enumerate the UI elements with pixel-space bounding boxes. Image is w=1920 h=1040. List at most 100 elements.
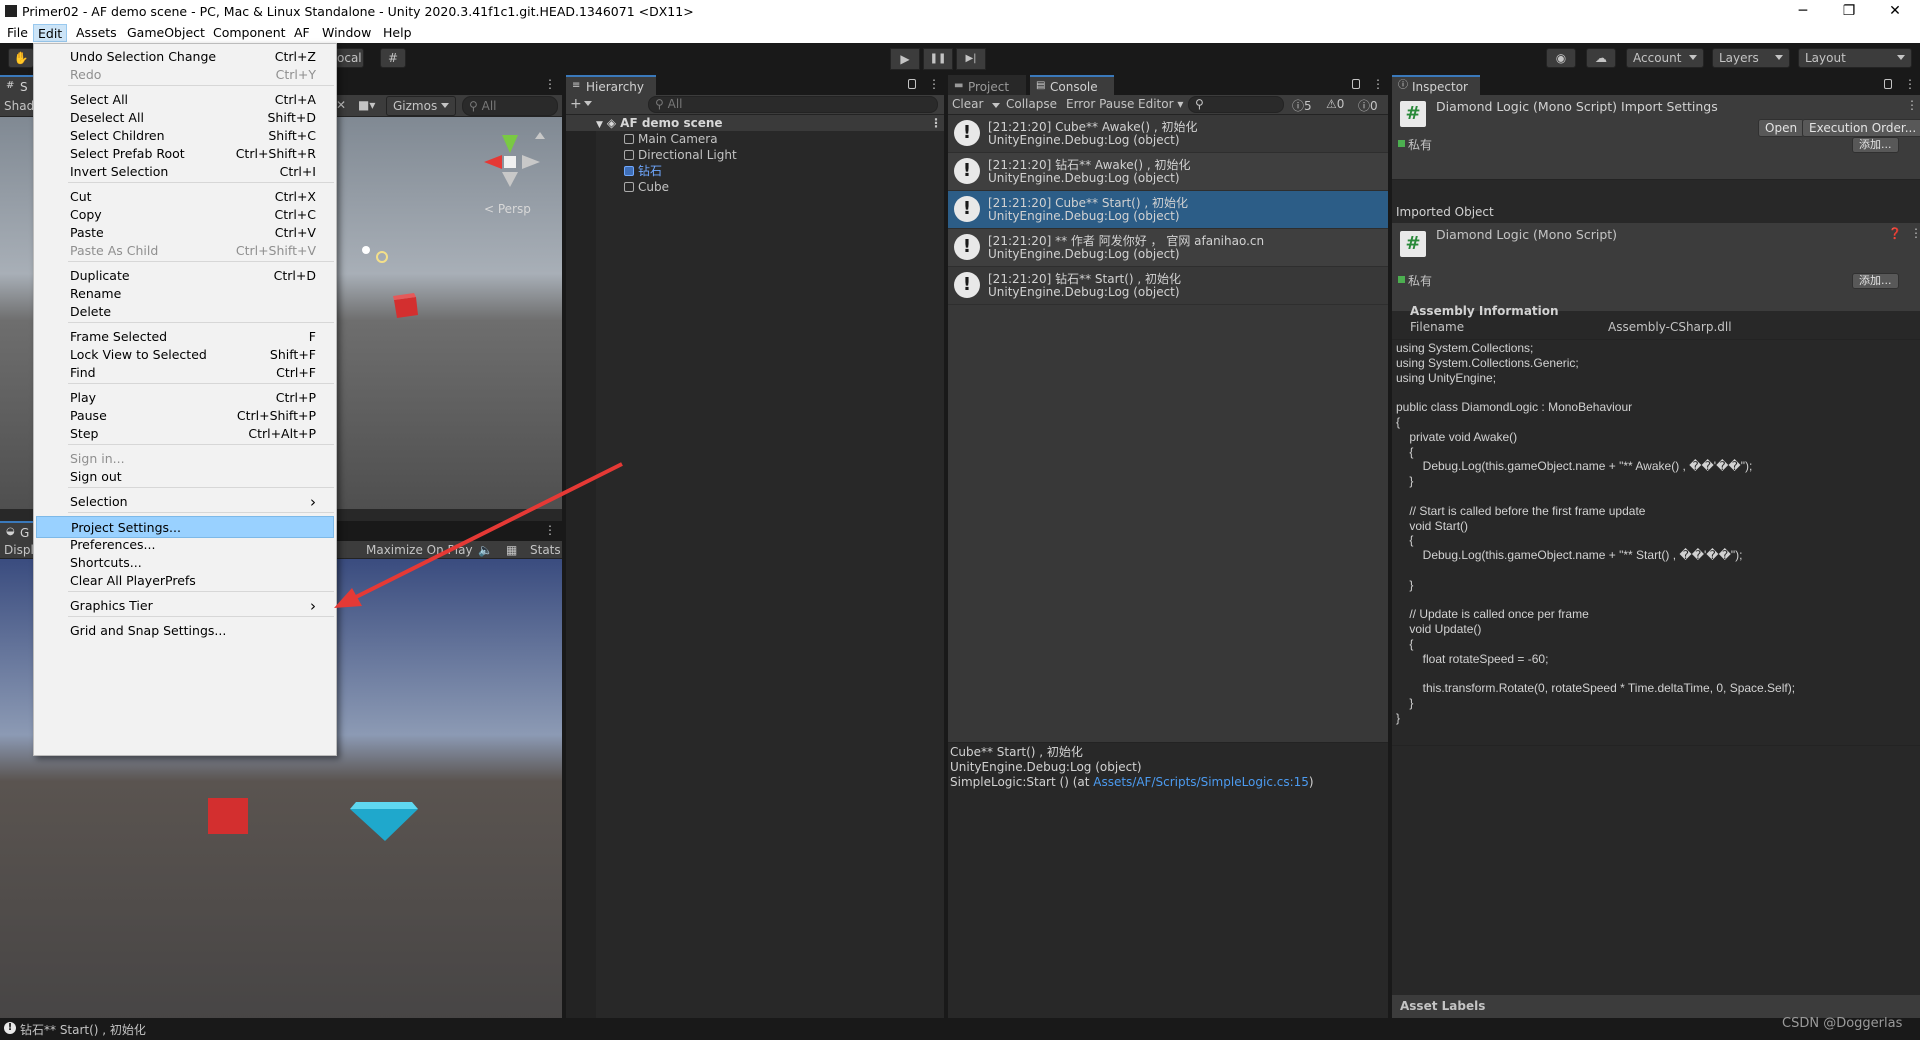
status-message[interactable]: 钻石** Start() , 初始化 (20, 1021, 146, 1038)
warning-count-toggle[interactable]: ⚠0 (1326, 97, 1344, 111)
account-dropdown[interactable]: Account (1626, 48, 1704, 68)
maximize-on-play-toggle[interactable]: Maximize On Play (366, 543, 473, 557)
collab-icon[interactable]: ◉ (1546, 48, 1576, 68)
add-object-button[interactable]: + (570, 96, 582, 112)
execution-order-button[interactable]: Execution Order... (1802, 119, 1920, 137)
scene-search-input[interactable]: ⚲ All (462, 96, 558, 116)
hierarchy-search-input[interactable]: ⚲ All (648, 96, 938, 113)
tab-game-label: G (20, 526, 30, 540)
menu-item-find[interactable]: Find Ctrl+F (36, 362, 334, 384)
lock-icon[interactable] (1884, 79, 1892, 89)
chevron-down-icon[interactable] (584, 101, 592, 106)
menu-file[interactable]: File (3, 24, 32, 42)
console-entry[interactable]: ! [21:21:20] Cube** Awake() , 初始化 UnityE… (948, 115, 1388, 153)
scene-gizmo[interactable] (484, 132, 545, 187)
hierarchy-item[interactable]: Main Camera (566, 131, 944, 147)
step-button[interactable]: ▶| (956, 48, 986, 70)
play-button[interactable]: ▶ (890, 48, 920, 70)
scene-root-row[interactable]: ▼ ◈ AF demo scene ⋮ (566, 115, 944, 131)
inspector-panel: ⓘ Inspector ⋮ # Diamond Logic (Mono Scrip… (1392, 75, 1920, 1018)
tab-inspector[interactable]: ⓘ Inspector (1392, 75, 1480, 95)
chevron-down-icon[interactable] (992, 103, 1000, 108)
pause-button[interactable]: ❚❚ (923, 48, 953, 70)
menu-item-sign-out[interactable]: Sign out (36, 466, 334, 488)
grid-snap-icon[interactable]: # (380, 48, 406, 68)
console-entry[interactable]: ! [21:21:20] 钻石** Awake() , 初始化 UnityEng… (948, 153, 1388, 191)
tab-scene[interactable]: # S (0, 75, 36, 95)
menu-item-label: Delete (70, 304, 112, 319)
hierarchy-item[interactable]: 钻石 (566, 163, 944, 179)
shading-mode-label[interactable]: Shad (4, 99, 34, 113)
error-pause-toggle[interactable]: Error Pause (1066, 97, 1134, 111)
menu-item-invert-selection[interactable]: Invert Selection Ctrl+I (36, 161, 334, 183)
hand-tool-icon[interactable]: ✋ (8, 48, 34, 68)
error-count-toggle[interactable]: ⓘ0 (1358, 97, 1378, 114)
tab-project[interactable]: ▬ Project (948, 75, 1026, 95)
collapse-toggle[interactable]: Collapse (1006, 97, 1057, 111)
source-link[interactable]: Assets/AF/Scripts/SimpleLogic.cs:15 (1093, 775, 1309, 789)
lock-icon[interactable] (1352, 79, 1360, 89)
detail-line: Cube** Start() , 初始化 (950, 745, 1083, 759)
console-entry-selected[interactable]: ! [21:21:20] Cube** Start() , 初始化 UnityE… (948, 191, 1388, 229)
menu-edit[interactable]: Edit (33, 24, 68, 42)
more-options-icon[interactable]: ⋮ (928, 78, 940, 90)
more-options-icon[interactable]: ⋮ (1906, 99, 1918, 111)
lock-icon[interactable] (908, 79, 916, 89)
layout-dropdown[interactable]: Layout (1798, 48, 1912, 68)
menu-item-redo[interactable]: Redo Ctrl+Y (36, 64, 334, 86)
more-options-icon[interactable]: ⋮ (1904, 78, 1916, 90)
more-options-icon[interactable]: ⋮ (930, 117, 942, 129)
tab-hierarchy[interactable]: ≡ Hierarchy (566, 75, 656, 95)
cloud-icon[interactable]: ☁ (1586, 48, 1616, 68)
mute-audio-icon[interactable]: 🔈 (478, 543, 493, 557)
info-count-toggle[interactable]: ⓘ5 (1292, 97, 1312, 114)
close-button[interactable]: ✕ (1872, 0, 1918, 23)
more-options-icon[interactable]: ⋮ (544, 78, 556, 90)
more-options-icon[interactable]: ⋮ (544, 524, 556, 536)
console-entry[interactable]: ! [21:21:20] ** 作者 阿发你好 ， 官网 afanihao.cn… (948, 229, 1388, 267)
hierarchy-item-label: Directional Light (638, 148, 737, 162)
menu-item-grid-and-snap-settings[interactable]: Grid and Snap Settings... (36, 620, 334, 642)
tab-game[interactable]: ◒ G (0, 521, 36, 541)
stats-toggle[interactable]: Stats (530, 543, 561, 557)
add-label-button[interactable]: 添加... (1852, 273, 1899, 289)
console-search-input[interactable]: ⚲ (1188, 96, 1284, 113)
menu-item-selection[interactable]: Selection › (36, 491, 334, 513)
camera-icon[interactable]: ■▾ (358, 98, 375, 112)
persp-label[interactable]: < Persp (484, 202, 531, 216)
gizmos-dropdown[interactable]: Gizmos (386, 96, 456, 116)
menu-gameobject[interactable]: GameObject (123, 24, 209, 42)
menu-assets[interactable]: Assets (72, 24, 121, 42)
menu-component[interactable]: Component (209, 24, 290, 42)
menu-item-paste-as-child[interactable]: Paste As Child Ctrl+Shift+V (36, 240, 334, 262)
menu-af[interactable]: AF (290, 24, 314, 42)
add-label-button[interactable]: 添加... (1852, 137, 1899, 153)
more-options-icon[interactable]: ⋮ (1910, 227, 1920, 239)
menu-help[interactable]: Help (379, 24, 416, 42)
stats-icon[interactable]: ▦ (506, 543, 517, 557)
expand-triangle-icon[interactable]: ▼ (596, 120, 603, 130)
display-dropdown[interactable]: Displ (4, 543, 34, 557)
hierarchy-item[interactable]: Directional Light (566, 147, 944, 163)
asset-labels-header[interactable]: Asset Labels (1400, 999, 1485, 1013)
menu-item-graphics-tier[interactable]: Graphics Tier › (36, 595, 334, 617)
menu-item-delete[interactable]: Delete (36, 301, 334, 323)
menu-window[interactable]: Window (318, 24, 375, 42)
hierarchy-item[interactable]: Cube (566, 179, 944, 195)
clear-button[interactable]: Clear (952, 97, 983, 111)
tab-console[interactable]: ▤ Console (1030, 75, 1114, 95)
open-button[interactable]: Open (1758, 119, 1805, 137)
console-entry[interactable]: ! [21:21:20] 钻石** Start() , 初始化 UnityEng… (948, 267, 1388, 305)
editor-dropdown[interactable]: Editor ▾ (1138, 97, 1183, 111)
more-options-icon[interactable]: ⋮ (1372, 78, 1384, 90)
menu-item-clear-all-playerprefs[interactable]: Clear All PlayerPrefs (36, 570, 334, 592)
minimize-button[interactable]: ─ (1780, 0, 1826, 23)
layers-dropdown[interactable]: Layers (1712, 48, 1790, 68)
tools-icon[interactable]: ✕ (336, 98, 346, 112)
cube-object[interactable] (394, 297, 418, 318)
sun-icon (376, 251, 388, 263)
menu-item-step[interactable]: Step Ctrl+Alt+P (36, 423, 334, 445)
maximize-button[interactable]: ❐ (1826, 0, 1872, 23)
help-icon[interactable]: ❓ (1888, 227, 1902, 240)
light-icon (362, 246, 370, 254)
